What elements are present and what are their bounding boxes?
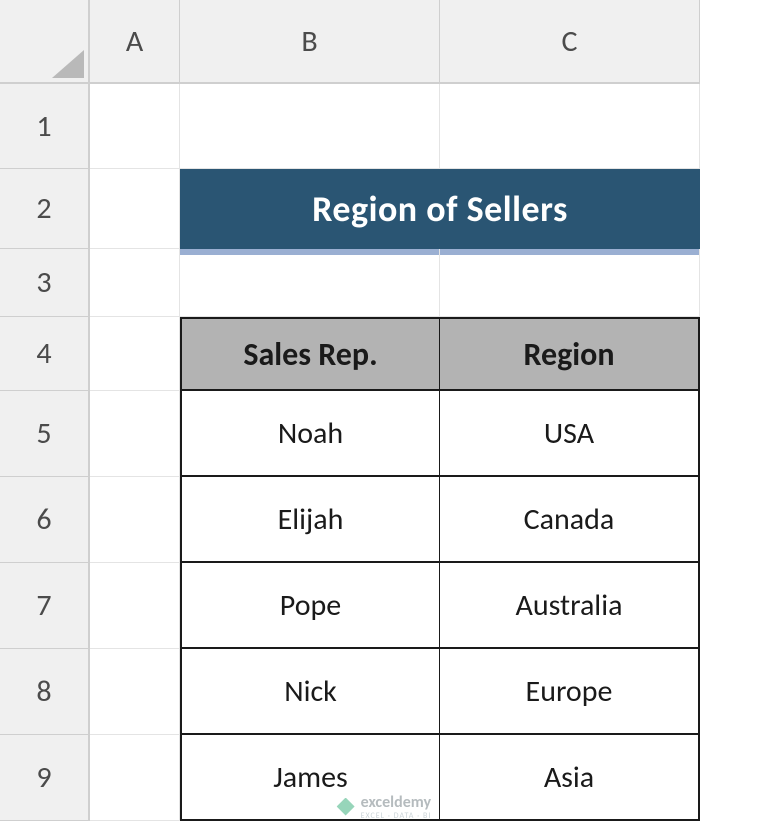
row-header-1[interactable]: 1: [0, 84, 90, 169]
table-row[interactable]: Asia: [440, 735, 700, 821]
table-row[interactable]: Canada: [440, 477, 700, 563]
cell-a6[interactable]: [90, 477, 180, 563]
row-header-3[interactable]: 3: [0, 249, 90, 317]
table-header-region[interactable]: Region: [440, 317, 700, 391]
logo-icon: [337, 798, 355, 816]
cell-c3[interactable]: [440, 249, 700, 317]
table-row[interactable]: Noah: [180, 391, 440, 477]
table-row[interactable]: Elijah: [180, 477, 440, 563]
title-cell[interactable]: Region of Sellers: [180, 169, 700, 249]
cell-a4[interactable]: [90, 317, 180, 391]
table-row[interactable]: Nick: [180, 649, 440, 735]
row-header-6[interactable]: 6: [0, 477, 90, 563]
table-row[interactable]: Europe: [440, 649, 700, 735]
cell-a7[interactable]: [90, 563, 180, 649]
table-row[interactable]: USA: [440, 391, 700, 477]
row-header-4[interactable]: 4: [0, 317, 90, 391]
cell-a8[interactable]: [90, 649, 180, 735]
watermark: exceldemy EXCEL · DATA · BI: [337, 793, 432, 820]
cell-a9[interactable]: [90, 735, 180, 821]
col-header-b[interactable]: B: [180, 0, 440, 84]
row-header-7[interactable]: 7: [0, 563, 90, 649]
table-row[interactable]: Pope: [180, 563, 440, 649]
cell-b3[interactable]: [180, 249, 440, 317]
spreadsheet-grid: A B C 1 2 Region of Sellers 3 4 Sales Re…: [0, 0, 768, 821]
cell-a2[interactable]: [90, 169, 180, 249]
row-header-8[interactable]: 8: [0, 649, 90, 735]
cell-a1[interactable]: [90, 84, 180, 169]
table-header-sales-rep[interactable]: Sales Rep.: [180, 317, 440, 391]
table-row[interactable]: Australia: [440, 563, 700, 649]
select-all-corner[interactable]: [0, 0, 90, 84]
cell-a3[interactable]: [90, 249, 180, 317]
watermark-tagline: EXCEL · DATA · BI: [361, 812, 432, 820]
row-header-5[interactable]: 5: [0, 391, 90, 477]
watermark-brand: exceldemy: [361, 793, 431, 812]
col-header-c[interactable]: C: [440, 0, 700, 84]
col-header-a[interactable]: A: [90, 0, 180, 84]
cell-b1[interactable]: [180, 84, 440, 169]
cell-c1[interactable]: [440, 84, 700, 169]
row-header-9[interactable]: 9: [0, 735, 90, 821]
row-header-2[interactable]: 2: [0, 169, 90, 249]
cell-a5[interactable]: [90, 391, 180, 477]
